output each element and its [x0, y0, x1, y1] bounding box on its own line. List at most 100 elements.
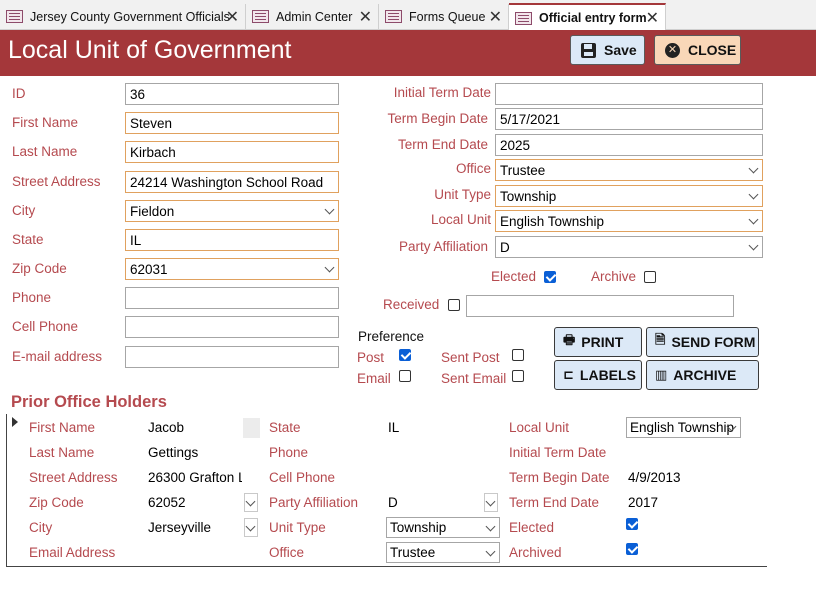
- received-checkbox[interactable]: [448, 299, 460, 311]
- zip-code-combo[interactable]: 62031: [125, 258, 339, 280]
- chevron-down-icon[interactable]: [727, 423, 737, 433]
- tab-forms-queue[interactable]: Forms Queue ✕: [379, 4, 509, 29]
- prior-office-holders-title: Prior Office Holders: [11, 393, 167, 411]
- label-tag-icon: ⊏: [563, 367, 574, 382]
- prior-office-label: Office: [269, 545, 305, 560]
- state-label: State: [12, 232, 44, 247]
- first-name-field[interactable]: Steven: [125, 112, 339, 134]
- prior-office-combo[interactable]: Trustee: [386, 542, 500, 563]
- party-affiliation-label: Party Affiliation: [398, 239, 488, 254]
- chevron-down-icon[interactable]: [325, 206, 335, 216]
- prior-term-begin-date-value[interactable]: 4/9/2013: [628, 470, 738, 485]
- prior-term-begin-date-label: Term Begin Date: [509, 470, 610, 485]
- close-tab-icon[interactable]: ✕: [359, 7, 372, 27]
- received-field[interactable]: [466, 295, 734, 317]
- prior-email-address-label: Email Address: [29, 545, 116, 560]
- prior-elected-checkbox[interactable]: [626, 518, 638, 530]
- tab-bar: Jersey County Government Officials ✕ Adm…: [0, 0, 816, 31]
- cell-phone-field[interactable]: [125, 316, 339, 338]
- prior-party-dropdown[interactable]: [484, 493, 498, 512]
- form-icon: [385, 10, 402, 23]
- tab-official-entry-form[interactable]: Official entry form ✕: [509, 3, 666, 31]
- print-button[interactable]: 🖶 PRINT: [554, 327, 642, 357]
- prior-local-unit-value: English Township: [630, 420, 735, 435]
- local-unit-combo[interactable]: English Township: [495, 210, 763, 232]
- send-form-button[interactable]: 🗎 SEND FORM: [646, 327, 759, 357]
- prior-city-dropdown[interactable]: [244, 518, 258, 537]
- prior-street-address-value[interactable]: 26300 Grafton L: [148, 470, 242, 485]
- archive-button[interactable]: ▥ ARCHIVE: [646, 360, 759, 390]
- labels-button[interactable]: ⊏ LABELS: [554, 360, 642, 390]
- term-end-date-field[interactable]: 2025: [495, 134, 763, 156]
- save-button[interactable]: Save: [570, 35, 645, 65]
- prior-city-value[interactable]: Jerseyville: [148, 520, 238, 535]
- chevron-down-icon[interactable]: [749, 216, 759, 226]
- sent-email-label: Sent Email: [441, 371, 507, 386]
- page-title: Local Unit of Government: [8, 36, 292, 64]
- street-address-field[interactable]: 24214 Washington School Road: [125, 171, 339, 193]
- state-field[interactable]: IL: [125, 229, 339, 251]
- prior-zip-dropdown[interactable]: [244, 493, 258, 512]
- term-begin-date-label: Term Begin Date: [387, 111, 488, 126]
- elected-checkbox[interactable]: [544, 271, 556, 283]
- party-affiliation-combo[interactable]: D: [495, 236, 763, 258]
- prior-archived-checkbox[interactable]: [626, 543, 638, 555]
- prior-party-affiliation-label: Party Affiliation: [269, 495, 359, 510]
- post-checkbox[interactable]: [399, 349, 411, 361]
- tab-label: Forms Queue: [409, 9, 486, 24]
- form-icon: [252, 10, 269, 23]
- form-header: Local Unit of Government Save ✕ CLOSE: [0, 30, 816, 76]
- chevron-down-icon: [486, 498, 496, 508]
- sent-post-checkbox[interactable]: [512, 349, 524, 361]
- zip-code-value: 62031: [130, 262, 168, 277]
- close-button[interactable]: ✕ CLOSE: [654, 35, 741, 65]
- prior-party-value[interactable]: D: [388, 495, 478, 510]
- chevron-down-icon[interactable]: [749, 242, 759, 252]
- prior-unit-type-combo[interactable]: Township: [386, 517, 500, 538]
- tab-admin-center[interactable]: Admin Center ✕: [246, 4, 379, 29]
- chevron-down-icon[interactable]: [325, 264, 335, 274]
- email-field[interactable]: [125, 346, 339, 368]
- close-tab-icon[interactable]: ✕: [646, 8, 659, 28]
- city-combo[interactable]: Fieldon: [125, 200, 339, 222]
- prior-local-unit-combo[interactable]: English Township: [626, 417, 741, 438]
- form-icon: [6, 10, 23, 23]
- elected-label: Elected: [491, 269, 537, 284]
- books-icon: ▥: [655, 367, 668, 382]
- chevron-down-icon: [246, 523, 256, 533]
- office-value: Trustee: [500, 163, 546, 178]
- phone-field[interactable]: [125, 287, 339, 309]
- initial-term-date-field[interactable]: [495, 83, 763, 105]
- tab-jersey-county-officials[interactable]: Jersey County Government Officials ✕: [0, 4, 246, 29]
- prior-zip-code-value[interactable]: 62052: [148, 495, 238, 510]
- city-value: Fieldon: [130, 204, 175, 219]
- prior-first-name-value[interactable]: Jacob: [148, 420, 243, 435]
- close-tab-icon[interactable]: ✕: [226, 7, 239, 27]
- archive-checkbox[interactable]: [644, 271, 656, 283]
- office-combo[interactable]: Trustee: [495, 159, 763, 181]
- tab-label: Jersey County Government Officials: [30, 9, 230, 24]
- prior-state-value[interactable]: IL: [388, 420, 488, 435]
- chevron-down-icon[interactable]: [486, 523, 496, 533]
- chevron-down-icon: [246, 498, 256, 508]
- id-label: ID: [12, 86, 26, 101]
- unit-type-combo[interactable]: Township: [495, 185, 763, 207]
- chevron-down-icon[interactable]: [486, 548, 496, 558]
- term-begin-date-field[interactable]: 5/17/2021: [495, 108, 763, 130]
- chevron-down-icon[interactable]: [749, 165, 759, 175]
- floppy-disk-icon: [581, 42, 596, 58]
- sent-email-checkbox[interactable]: [512, 370, 524, 382]
- labels-label: LABELS: [579, 367, 636, 383]
- close-tab-icon[interactable]: ✕: [489, 7, 502, 27]
- id-field[interactable]: 36: [125, 83, 339, 105]
- document-icon: 🗎: [655, 332, 666, 347]
- record-selector-icon[interactable]: [12, 417, 18, 427]
- chevron-down-icon[interactable]: [749, 191, 759, 201]
- city-label: City: [12, 203, 36, 218]
- email-pref-checkbox[interactable]: [399, 370, 411, 382]
- prior-term-end-date-value[interactable]: 2017: [628, 495, 738, 510]
- prior-last-name-value[interactable]: Gettings: [148, 445, 243, 460]
- last-name-field[interactable]: Kirbach: [125, 141, 339, 163]
- received-label: Received: [383, 297, 440, 312]
- print-label: PRINT: [581, 334, 624, 350]
